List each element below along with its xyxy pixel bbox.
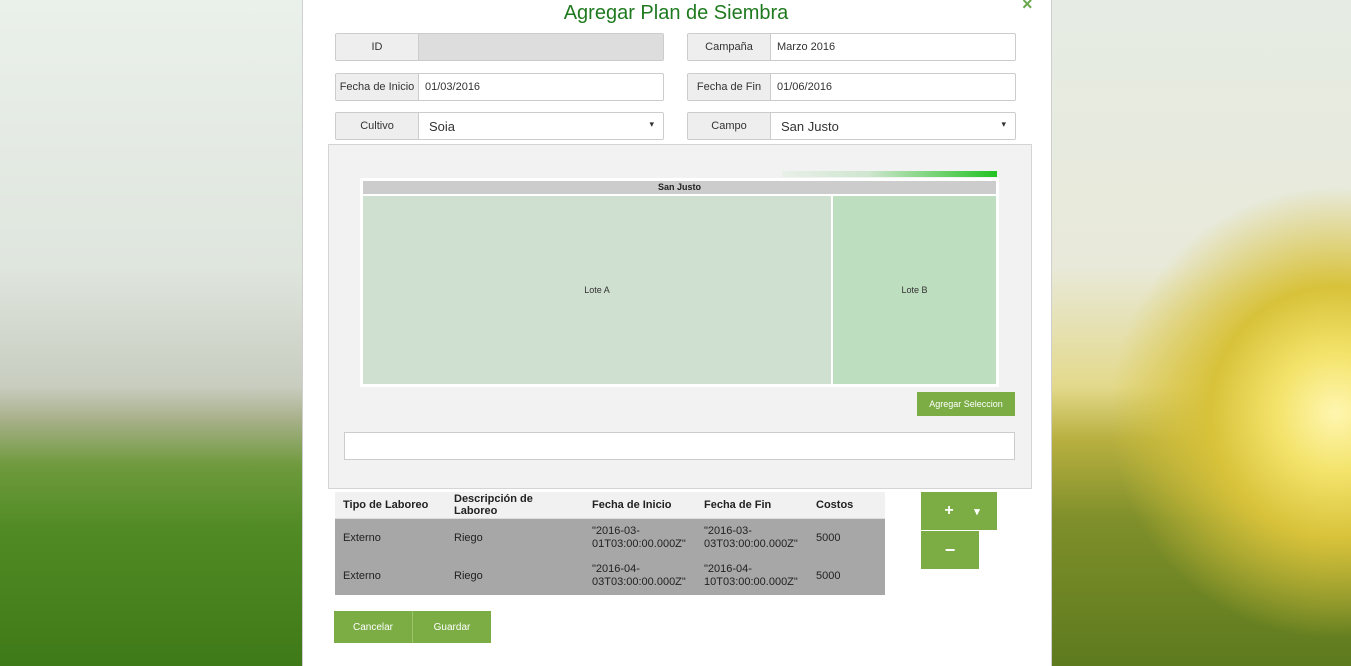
background-right-field-image [1050, 0, 1351, 666]
column-header: Tipo de Laboreo [335, 492, 446, 519]
cell-tipo: Externo [335, 557, 446, 595]
cell-costo: 5000 [808, 557, 885, 595]
cell-fecha-inicio: "2016-04- 03T03:00:00.000Z" [584, 557, 696, 595]
fecha-inicio-label: Fecha de Inicio [336, 74, 419, 100]
lote-b-area[interactable]: Lote B [833, 196, 996, 384]
cell-fecha-inicio-line2: 01T03:00:00.000Z" [592, 538, 686, 550]
cell-fecha-fin-line2: 03T03:00:00.000Z" [704, 538, 798, 550]
field-map-header: San Justo [363, 181, 996, 194]
fecha-fin-field[interactable]: Fecha de Fin 01/06/2016 [687, 73, 1016, 101]
column-header: Costos [808, 492, 885, 519]
fecha-inicio-input[interactable]: 01/03/2016 [419, 74, 663, 100]
plus-icon: + [944, 502, 954, 519]
cell-fecha-fin-line1: "2016-03- [704, 525, 752, 537]
cell-tipo: Externo [335, 518, 446, 557]
cell-fecha-inicio-line1: "2016-03- [592, 525, 640, 537]
fecha-inicio-field[interactable]: Fecha de Inicio 01/03/2016 [335, 73, 664, 101]
fecha-fin-label: Fecha de Fin [688, 74, 771, 100]
campo-label: Campo [688, 113, 771, 139]
add-selection-button[interactable]: Agregar Seleccion [917, 392, 1015, 416]
column-header: Fecha de Fin [696, 492, 808, 519]
chevron-down-icon[interactable]: ▾ [1001, 119, 1006, 130]
campana-field[interactable]: Campaña Marzo 2016 [687, 33, 1016, 61]
cancel-button[interactable]: Cancelar [334, 611, 413, 643]
column-header: Descripción de Laboreo [446, 492, 584, 519]
color-scale-bar [782, 171, 997, 177]
cell-fecha-inicio: "2016-03- 01T03:00:00.000Z" [584, 518, 696, 557]
cell-descripcion: Riego [446, 518, 584, 557]
cell-costo: 5000 [808, 518, 885, 557]
cultivo-selected-value: Soia [429, 118, 456, 134]
table-row[interactable]: Externo Riego "2016-04- 03T03:00:00.000Z"… [335, 557, 885, 595]
cultivo-label: Cultivo [336, 113, 419, 139]
chevron-down-icon[interactable]: ▾ [649, 119, 654, 130]
campo-field[interactable]: Campo San Justo ▾ [687, 112, 1016, 140]
id-label: ID [336, 34, 419, 60]
cultivo-field[interactable]: Cultivo Soia ▾ [335, 112, 664, 140]
minus-icon: − [944, 539, 956, 560]
cell-fecha-fin-line1: "2016-04- [704, 563, 752, 575]
cell-fecha-fin: "2016-04- 10T03:00:00.000Z" [696, 557, 808, 595]
lote-a-area[interactable]: Lote A [363, 196, 831, 384]
id-field: ID [335, 33, 664, 61]
background-left-field-image [0, 0, 302, 666]
page-title: Agregar Plan de Siembra [563, 2, 789, 24]
laboreo-table: Tipo de Laboreo Descripción de Laboreo F… [335, 492, 885, 595]
campana-input[interactable]: Marzo 2016 [771, 34, 1015, 60]
id-input [419, 34, 663, 60]
table-row[interactable]: Externo Riego "2016-03- 01T03:00:00.000Z"… [335, 518, 885, 557]
cell-fecha-fin: "2016-03- 03T03:00:00.000Z" [696, 518, 808, 557]
table-header-row: Tipo de Laboreo Descripción de Laboreo F… [335, 492, 885, 519]
remove-laboreo-button[interactable]: − [921, 531, 979, 569]
cultivo-select[interactable]: Soia ▾ [419, 113, 663, 139]
chevron-down-icon: ▾ [974, 505, 980, 518]
campana-label: Campaña [688, 34, 771, 60]
cell-descripcion: Riego [446, 557, 584, 595]
fecha-fin-input[interactable]: 01/06/2016 [771, 74, 1015, 100]
campo-selected-value: San Justo [781, 118, 839, 134]
save-button[interactable]: Guardar [413, 611, 491, 643]
campo-select[interactable]: San Justo ▾ [771, 113, 1015, 139]
cell-fecha-inicio-line1: "2016-04- [592, 563, 640, 575]
cell-fecha-fin-line2: 10T03:00:00.000Z" [704, 576, 798, 588]
add-options-dropdown-button[interactable]: ▾ [957, 492, 997, 530]
cell-fecha-inicio-line2: 03T03:00:00.000Z" [592, 576, 686, 588]
selection-input[interactable] [344, 432, 1015, 460]
column-header: Fecha de Inicio [584, 492, 696, 519]
